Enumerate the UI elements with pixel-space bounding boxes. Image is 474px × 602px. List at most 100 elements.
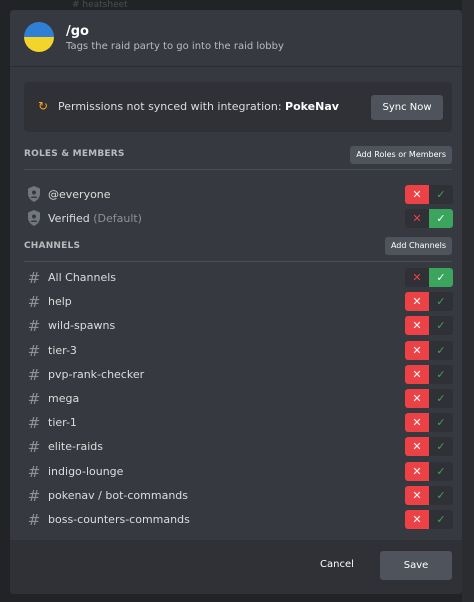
hash-icon: # (27, 462, 41, 481)
sync-now-button[interactable]: Sync Now (371, 95, 443, 120)
channel-label: wild-spawns (48, 319, 116, 333)
background-channel-text: # heatsheet (72, 0, 128, 10)
permission-toggle: ✕ ✓ (405, 461, 453, 481)
deny-icon[interactable]: ✕ (405, 185, 429, 204)
hash-icon: # (27, 438, 41, 457)
allow-icon[interactable]: ✓ (429, 364, 453, 384)
role-shield-icon (26, 209, 42, 227)
role-default-tag: (Default) (89, 212, 142, 225)
allow-icon[interactable]: ✓ (429, 437, 453, 457)
permissions-notice-text: Permissions not synced with integration:… (58, 100, 339, 113)
permission-toggle: ✕ ✓ (405, 316, 453, 336)
channel-row: # tier-3 ✕ ✓ (24, 339, 453, 363)
channel-row: # help ✕ ✓ (24, 290, 453, 314)
channel-label: elite-raids (48, 440, 103, 454)
channel-row: # wild-spawns ✕ ✓ (24, 314, 453, 338)
add-roles-button[interactable]: Add Roles or Members (350, 146, 452, 164)
permission-toggle: ✕ ✓ (405, 389, 453, 408)
allow-icon[interactable]: ✓ (429, 268, 453, 287)
permission-toggle: ✕ ✓ (405, 437, 453, 457)
role-label: Verified (Default) (48, 212, 142, 225)
allow-icon[interactable]: ✓ (429, 209, 453, 228)
deny-icon[interactable]: ✕ (405, 413, 429, 433)
channel-label: pvp-rank-checker (48, 367, 145, 381)
channel-row: # elite-raids ✕ ✓ (24, 435, 453, 459)
command-permissions-modal: /go Tags the raid party to go into the r… (10, 10, 462, 594)
hash-icon: # (27, 293, 41, 312)
allow-icon[interactable]: ✓ (429, 316, 453, 336)
hash-icon: # (27, 269, 41, 287)
permission-toggle: ✕ ✓ (405, 209, 453, 228)
modal-header: /go Tags the raid party to go into the r… (10, 10, 462, 66)
cancel-button[interactable]: Cancel (320, 559, 354, 570)
permission-toggle: ✕ ✓ (405, 268, 453, 287)
bot-avatar (24, 22, 54, 52)
allow-icon[interactable]: ✓ (429, 340, 453, 360)
hash-icon: # (27, 511, 41, 529)
channel-row: # tier-1 ✕ ✓ (24, 411, 453, 435)
hash-icon: # (27, 365, 41, 384)
permission-toggle: ✕ ✓ (405, 413, 453, 433)
permission-toggle: ✕ ✓ (405, 364, 453, 384)
hash-icon: # (27, 486, 41, 505)
channel-label: pokenav / bot-commands (48, 488, 189, 502)
channel-label: tier-3 (48, 343, 77, 357)
deny-icon[interactable]: ✕ (405, 268, 429, 287)
header-divider (10, 66, 462, 67)
deny-icon[interactable]: ✕ (405, 389, 429, 408)
allow-icon[interactable]: ✓ (429, 292, 453, 312)
channels-divider (24, 261, 452, 262)
allow-icon[interactable]: ✓ (429, 389, 453, 408)
deny-icon[interactable]: ✕ (405, 340, 429, 360)
hash-icon: # (27, 390, 41, 408)
add-channels-button[interactable]: Add Channels (384, 237, 452, 255)
role-row: @everyone ✕ ✓ (24, 183, 453, 207)
deny-icon[interactable]: ✕ (405, 316, 429, 336)
integration-name: PokeNav (285, 100, 339, 113)
allow-icon[interactable]: ✓ (429, 485, 453, 505)
hash-icon: # (27, 414, 41, 433)
channel-row: # indigo-lounge ✕ ✓ (24, 460, 453, 484)
deny-icon[interactable]: ✕ (405, 292, 429, 312)
deny-icon[interactable]: ✕ (405, 437, 429, 457)
permission-toggle: ✕ ✓ (405, 340, 453, 360)
allow-icon[interactable]: ✓ (429, 510, 453, 529)
deny-icon[interactable]: ✕ (405, 485, 429, 505)
hash-icon: # (27, 341, 41, 360)
channel-label: tier-1 (48, 416, 77, 430)
permission-toggle: ✕ ✓ (405, 185, 453, 204)
channel-label: indigo-lounge (48, 464, 124, 478)
channel-label: mega (48, 392, 80, 405)
background-edge (462, 0, 474, 602)
command-description: Tags the raid party to go into the raid … (66, 41, 284, 52)
roles-section-title: ROLES & MEMBERS (24, 149, 125, 159)
save-button[interactable]: Save (380, 551, 452, 580)
permission-toggle: ✕ ✓ (405, 485, 453, 505)
allow-icon[interactable]: ✓ (429, 185, 453, 204)
role-label: @everyone (48, 188, 111, 201)
allow-icon[interactable]: ✓ (429, 413, 453, 433)
roles-divider (24, 169, 452, 170)
channels-section-title: CHANNELS (24, 241, 81, 251)
permissions-notice: ↻ Permissions not synced with integratio… (24, 82, 452, 132)
hash-icon: # (27, 317, 41, 336)
deny-icon[interactable]: ✕ (405, 461, 429, 481)
role-row: Verified (Default) ✕ ✓ (24, 207, 453, 231)
command-name: /go (66, 24, 89, 39)
sync-warning-icon: ↻ (38, 99, 49, 113)
permission-toggle: ✕ ✓ (405, 292, 453, 312)
deny-icon[interactable]: ✕ (405, 209, 429, 228)
allow-icon[interactable]: ✓ (429, 461, 453, 481)
channel-row: # All Channels ✕ ✓ (24, 266, 453, 290)
deny-icon[interactable]: ✕ (405, 364, 429, 384)
role-shield-icon (26, 185, 42, 203)
deny-icon[interactable]: ✕ (405, 510, 429, 529)
channel-row: # pokenav / bot-commands ✕ ✓ (24, 484, 453, 508)
channel-row: # pvp-rank-checker ✕ ✓ (24, 363, 453, 387)
channel-label: All Channels (48, 271, 117, 284)
permission-toggle: ✕ ✓ (405, 510, 453, 529)
channel-label: help (48, 295, 72, 309)
channel-row: # boss-counters-commands ✕ ✓ (24, 508, 453, 532)
modal-footer: Cancel Save (10, 540, 462, 594)
channel-label: boss-counters-commands (48, 513, 190, 526)
